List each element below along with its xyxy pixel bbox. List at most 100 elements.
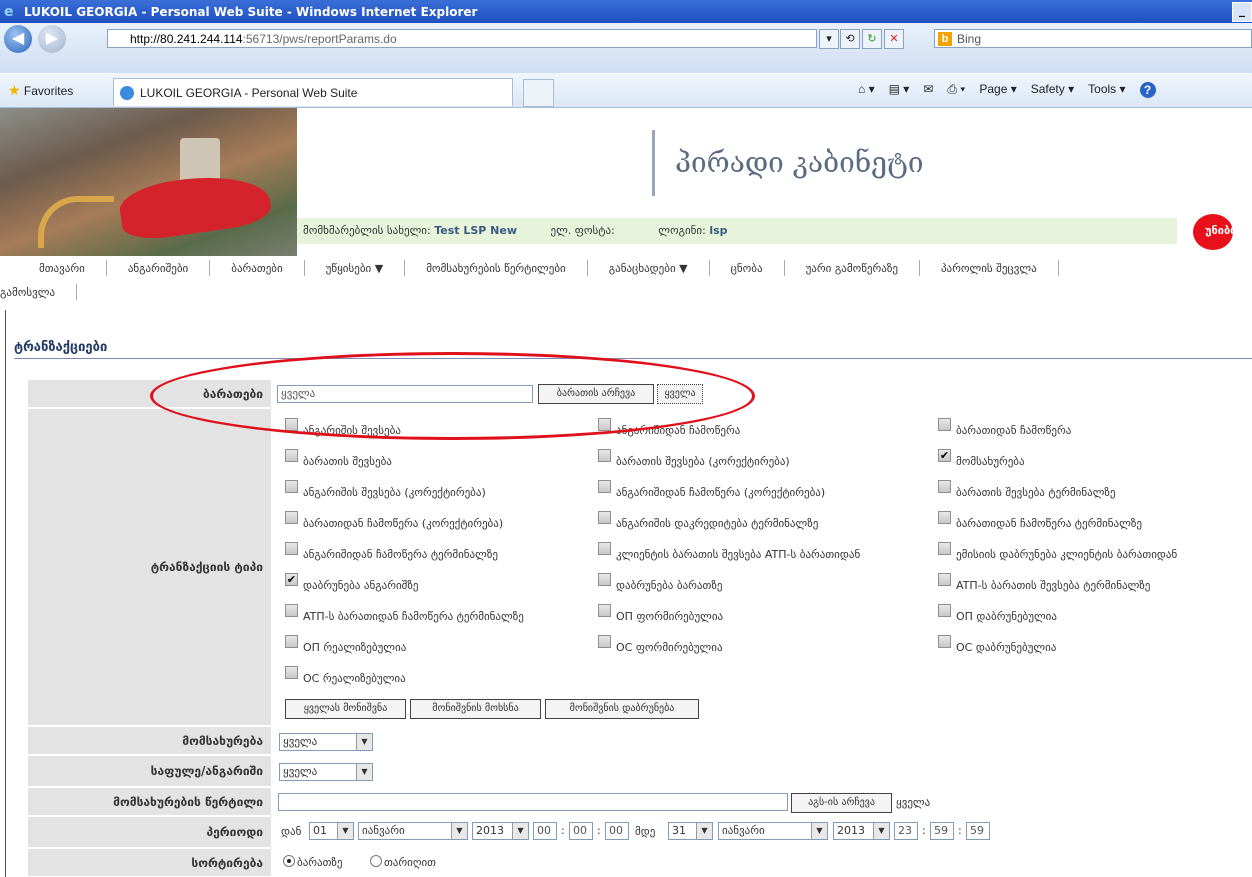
restore-selection-button[interactable]: მონიშვნის დაბრუნება	[545, 699, 699, 719]
choose-card-button[interactable]: ბარათის არჩევა	[538, 384, 654, 404]
tx-type-option-label: ბარათიდან ჩამოწერა	[956, 424, 1072, 437]
tx-type-checkbox[interactable]	[598, 604, 611, 617]
sort-by-card-radio[interactable]	[283, 855, 295, 867]
tx-type-checkbox[interactable]	[938, 604, 951, 617]
tx-type-checkbox[interactable]	[938, 418, 951, 431]
address-input[interactable]: http://80.241.244.114:56713/pws/reportPa…	[107, 29, 817, 48]
sort-label: სორტირება	[28, 849, 271, 877]
menu1-item[interactable]: პაროლის შეცვლა	[920, 262, 1058, 275]
page-menu[interactable]: Page ▾	[979, 82, 1016, 98]
to-day-value: 31	[672, 824, 686, 837]
to-hour-input[interactable]: 23	[894, 822, 918, 840]
home-icon[interactable]: ⌂ ▾	[858, 82, 875, 98]
sort-by-date-radio[interactable]	[370, 855, 382, 867]
user-label: მომხმარებლის სახელი:	[303, 224, 431, 237]
minimize-button[interactable]: _	[1232, 2, 1252, 22]
forward-button[interactable]: ▶	[38, 25, 66, 53]
menu1-item[interactable]: ბარათები	[210, 262, 303, 275]
window-title: LUKOIL GEORGIA - Personal Web Suite - Wi…	[24, 4, 478, 19]
from-hour-input[interactable]: 00	[533, 822, 557, 840]
tx-type-checkbox[interactable]	[598, 480, 611, 493]
stop-icon[interactable]: ✕	[884, 29, 904, 49]
browser-tab[interactable]: LUKOIL GEORGIA - Personal Web Suite	[113, 78, 513, 106]
clear-selection-button[interactable]: მონიშვნის მოხსნა	[410, 699, 541, 719]
dropdown-arrow-icon: ▼	[512, 823, 528, 839]
search-input[interactable]: b Bing	[934, 29, 1252, 48]
tx-type-checkbox[interactable]	[285, 449, 298, 462]
to-second-input[interactable]: 59	[966, 822, 990, 840]
menu1-item[interactable]: ცნობა	[710, 262, 784, 275]
point-input[interactable]	[278, 793, 788, 811]
service-select[interactable]: ყველა ▼	[279, 733, 373, 751]
choose-point-button[interactable]: აგს-ის არჩევა	[791, 793, 892, 813]
tx-type-checkbox[interactable]	[285, 418, 298, 431]
safety-menu[interactable]: Safety ▾	[1031, 82, 1074, 98]
to-month-select[interactable]: იანვარი ▼	[718, 822, 828, 840]
tx-type-option-label: ანგარიშიდან ჩამოწერა ტერმინალზე	[303, 548, 498, 561]
tx-type-option-label: ბარათის შევსება (კორექტირება)	[616, 455, 790, 468]
tx-type-checkbox[interactable]	[938, 480, 951, 493]
menu1-item[interactable]: უწყისები ▼	[305, 262, 405, 275]
from-second-input[interactable]: 00	[605, 822, 629, 840]
feeds-icon[interactable]: ▤ ▾	[889, 82, 910, 98]
tx-type-checkbox[interactable]: ✔	[285, 573, 298, 586]
from-minute-input[interactable]: 00	[569, 822, 593, 840]
tx-type-checkbox[interactable]	[285, 635, 298, 648]
search-text: Bing	[957, 32, 982, 46]
tx-type-checkbox[interactable]	[285, 511, 298, 524]
tools-menu[interactable]: Tools ▾	[1088, 82, 1125, 98]
new-tab-button[interactable]	[523, 79, 554, 107]
refresh-icon[interactable]: ↻	[862, 29, 882, 49]
all-cards-button[interactable]: ყველა	[657, 384, 703, 404]
tx-type-checkbox[interactable]	[938, 542, 951, 555]
site-header: პირადი კაბინეტი მომხმარებლის სახელი: Tes…	[0, 108, 1252, 256]
menu1-item[interactable]: ანგარიშები	[107, 262, 209, 275]
account-select[interactable]: ყველა ▼	[279, 763, 373, 781]
star-icon: ★	[8, 82, 21, 98]
tx-type-checkbox[interactable]	[598, 511, 611, 524]
print-icon[interactable]: ⎙ ▾	[947, 82, 965, 98]
tx-type-checkbox[interactable]	[938, 635, 951, 648]
from-month-select[interactable]: იანვარი ▼	[358, 822, 468, 840]
to-minute-input[interactable]: 59	[930, 822, 954, 840]
tx-type-checkbox[interactable]	[285, 542, 298, 555]
tx-type-checkbox[interactable]	[598, 449, 611, 462]
period-label: პერიოდი	[28, 817, 271, 848]
login-label: ლოგინი:	[658, 224, 706, 237]
help-icon[interactable]: ?	[1139, 82, 1156, 98]
back-button[interactable]: ◀	[4, 25, 32, 53]
tx-type-checkbox[interactable]: ✔	[938, 449, 951, 462]
mail-icon[interactable]: ✉	[923, 82, 933, 98]
favorites-button[interactable]: ★ Favorites	[8, 82, 73, 99]
tx-type-checkbox[interactable]	[285, 604, 298, 617]
menu1-item[interactable]: მომსახურების წერტილები	[405, 262, 587, 275]
compat-view-icon[interactable]: ⟲	[840, 29, 860, 49]
menu1-item[interactable]: მთავარი	[18, 262, 106, 275]
tx-type-option-label: ОП ფორმირებულია	[616, 610, 724, 623]
tx-type-option-label: დაბრუნება ანგარიშზე	[303, 579, 419, 592]
menu1-item[interactable]: უარი გამოწერაზე	[785, 262, 919, 275]
tx-type-checkbox[interactable]	[598, 573, 611, 586]
bing-icon: b	[938, 32, 952, 46]
tx-type-checkbox[interactable]	[598, 542, 611, 555]
select-all-button[interactable]: ყველას მონიშვნა	[285, 699, 406, 719]
tx-type-checkbox[interactable]	[598, 418, 611, 431]
to-year-select[interactable]: 2013 ▼	[833, 822, 890, 840]
menu2-item[interactable]: გამოსვლა	[0, 286, 76, 299]
tx-type-checkbox[interactable]	[285, 666, 298, 679]
tx-type-checkbox[interactable]	[938, 511, 951, 524]
address-dropdown-button[interactable]: ▾	[819, 29, 839, 49]
user-value: Test LSP New	[434, 224, 517, 237]
tx-type-checkbox[interactable]	[938, 573, 951, 586]
menu1-item[interactable]: განაცხადები ▼	[588, 262, 709, 275]
brand-logo: უნიბრე	[1175, 214, 1252, 254]
cards-input[interactable]: ყველა	[277, 385, 533, 403]
from-year-select[interactable]: 2013 ▼	[472, 822, 529, 840]
main-menu: მთავარი ანგარიშები ბარათები უწყისები ▼ მომსა…	[0, 257, 1252, 305]
to-day-select[interactable]: 31 ▼	[668, 822, 713, 840]
from-day-select[interactable]: 01 ▼	[309, 822, 354, 840]
tx-type-label: ტრანზაქციის ტიპი	[28, 409, 271, 726]
tx-type-checkbox[interactable]	[285, 480, 298, 493]
menu-separator	[1057, 260, 1059, 276]
tx-type-checkbox[interactable]	[598, 635, 611, 648]
